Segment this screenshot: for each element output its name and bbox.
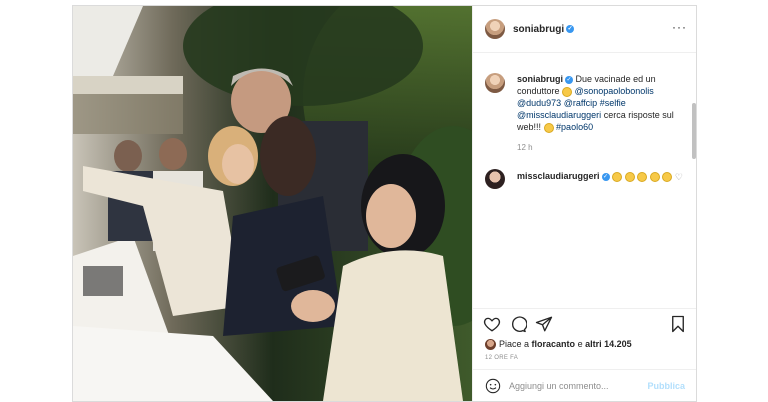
- comment-input[interactable]: [509, 378, 639, 394]
- hashtag-link[interactable]: #selfie: [600, 98, 626, 108]
- author-avatar[interactable]: [485, 19, 505, 39]
- emoji-smiley-icon[interactable]: [485, 378, 501, 394]
- post-time-ago: 12 ORE FA: [485, 355, 519, 361]
- post-sidebar: soniabrugi ✓ ··· soniabrugi ✓ Due vacinade…: [472, 6, 696, 401]
- comments-scrollbar[interactable]: [692, 103, 696, 159]
- comment-bubble-icon[interactable]: [509, 315, 527, 333]
- grinning-emoji-icon: [543, 122, 554, 133]
- instagram-post: soniabrugi ✓ ··· soniabrugi ✓ Due vacinade…: [72, 5, 697, 402]
- likes-summary[interactable]: Piace a floracanto e altri 14.205: [485, 339, 632, 351]
- post-actions: Piace a floracanto e altri 14.205 12 ORE…: [473, 308, 696, 401]
- comment-text: missclaudiaruggeri ✓: [517, 170, 687, 182]
- laughing-emoji-icon: [612, 171, 623, 182]
- save-bookmark-icon[interactable]: [669, 315, 687, 333]
- author-username[interactable]: soniabrugi ✓: [513, 24, 575, 35]
- hashtag-link[interactable]: #paolo60: [556, 122, 593, 132]
- verified-badge-icon: ✓: [566, 25, 575, 34]
- laughing-emoji-icon: [624, 171, 635, 182]
- liker-username[interactable]: floracanto: [532, 339, 576, 349]
- verified-badge-icon: ✓: [565, 75, 574, 84]
- laughing-emoji-icon: [649, 171, 660, 182]
- laughing-emoji-icon: [662, 171, 673, 182]
- more-options-icon[interactable]: ···: [672, 20, 687, 34]
- mention-link[interactable]: @missclaudiaruggeri: [517, 110, 601, 120]
- mention-link[interactable]: @dudu973: [517, 98, 561, 108]
- comment-like-heart-icon[interactable]: ♡: [675, 172, 683, 183]
- publish-button[interactable]: Pubblica: [647, 381, 685, 391]
- share-paper-plane-icon[interactable]: [535, 315, 553, 333]
- author-username-text[interactable]: soniabrugi: [513, 24, 564, 35]
- like-heart-icon[interactable]: [483, 315, 501, 333]
- mention-link[interactable]: @sonopaolobonolis: [575, 86, 654, 96]
- photo-illustration: [73, 6, 472, 401]
- caption-avatar[interactable]: [485, 73, 505, 93]
- likes-conjunction: e: [577, 339, 583, 349]
- grinning-emoji-icon: [562, 86, 573, 97]
- mention-link[interactable]: @raffcip: [564, 98, 597, 108]
- post-header: soniabrugi ✓ ···: [473, 6, 696, 53]
- commenter-avatar[interactable]: [485, 169, 505, 189]
- caption-timestamp: 12 h: [517, 143, 533, 152]
- liker-avatar: [485, 339, 496, 351]
- caption-text: soniabrugi ✓ Due vacinade ed un conduttor…: [517, 73, 687, 133]
- add-comment-bar: Pubblica: [473, 369, 696, 401]
- laughing-emoji-icon: [637, 171, 648, 182]
- likes-count[interactable]: altri 14.205: [585, 339, 632, 349]
- post-photo[interactable]: [73, 6, 472, 401]
- verified-badge-icon: ✓: [601, 172, 610, 181]
- comments-section[interactable]: soniabrugi ✓ Due vacinade ed un conduttor…: [473, 53, 696, 308]
- caption-username[interactable]: soniabrugi: [517, 74, 563, 84]
- likes-prefix: Piace a: [499, 339, 530, 349]
- commenter-username[interactable]: missclaudiaruggeri: [517, 171, 600, 181]
